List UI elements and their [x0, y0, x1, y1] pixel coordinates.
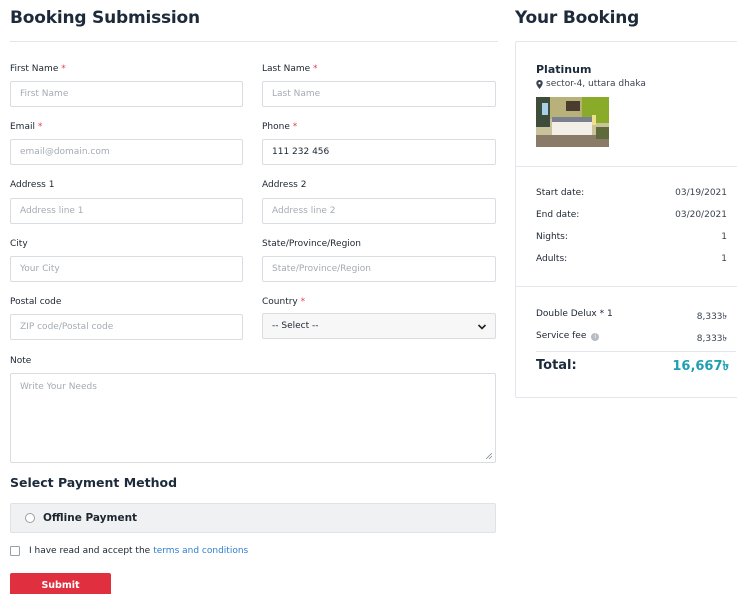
state-label: State/Province/Region — [262, 239, 361, 249]
address2-input[interactable]: Address line 2 — [262, 198, 496, 224]
page-title: Booking Submission — [10, 8, 200, 28]
postal-label: Postal code — [10, 297, 62, 307]
terms-link[interactable]: terms and conditions — [153, 546, 248, 556]
terms-checkbox[interactable] — [10, 546, 20, 556]
address1-input[interactable]: Address line 1 — [10, 198, 243, 224]
card-divider — [516, 166, 737, 167]
total-divider — [536, 351, 736, 352]
postal-input[interactable]: ZIP code/Postal code — [10, 314, 243, 340]
state-input[interactable]: State/Province/Region — [262, 256, 496, 282]
country-selected-value: -- Select -- — [272, 321, 319, 331]
hotel-location-text: sector-4, uttara dhaka — [546, 79, 646, 89]
note-label: Note — [10, 356, 32, 366]
phone-label: Phone * — [262, 122, 298, 132]
address2-label: Address 2 — [262, 180, 307, 190]
offline-payment-radio[interactable] — [25, 513, 35, 523]
email-label: Email * — [10, 122, 43, 132]
card-divider — [516, 286, 737, 287]
offline-payment-label: Offline Payment — [43, 512, 138, 524]
title-divider — [10, 41, 498, 42]
end-date-value: 03/20/2021 — [675, 210, 727, 220]
terms-row: I have read and accept the terms and con… — [10, 546, 248, 556]
chevron-down-icon — [477, 324, 487, 330]
terms-text: I have read and accept the — [29, 546, 151, 556]
adults-label: Adults: — [536, 254, 568, 264]
note-textarea[interactable]: Write Your Needs — [10, 373, 496, 463]
service-fee-label: Service fee i — [536, 331, 600, 341]
country-select[interactable]: -- Select -- — [262, 313, 496, 339]
total-label: Total: — [536, 358, 577, 373]
start-date-label: Start date: — [536, 188, 585, 198]
room-line-label: Double Delux * 1 — [536, 309, 613, 319]
first-name-label: First Name * — [10, 64, 66, 74]
nights-value: 1 — [721, 232, 727, 242]
note-placeholder: Write Your Needs — [20, 382, 97, 392]
total-value: 16,667৳ — [672, 359, 729, 374]
first-name-input[interactable]: First Name — [10, 81, 243, 107]
nights-label: Nights: — [536, 232, 568, 242]
start-date-value: 03/19/2021 — [675, 188, 727, 198]
resize-handle-icon[interactable] — [486, 453, 492, 459]
room-line-value: 8,333৳ — [696, 312, 727, 322]
address1-label: Address 1 — [10, 180, 55, 190]
info-icon[interactable]: i — [591, 333, 600, 341]
service-fee-text: Service fee — [536, 331, 587, 341]
booking-summary-title: Your Booking — [515, 8, 640, 28]
country-label: Country * — [262, 297, 306, 307]
phone-input[interactable]: 111 232 456 — [262, 139, 496, 165]
hotel-room-thumbnail[interactable] — [536, 97, 609, 147]
submit-button[interactable]: Submit — [10, 573, 111, 594]
city-input[interactable]: Your City — [10, 256, 243, 282]
city-label: City — [10, 239, 28, 249]
end-date-label: End date: — [536, 210, 580, 220]
last-name-input[interactable]: Last Name — [262, 81, 496, 107]
payment-option-offline[interactable]: Offline Payment — [10, 503, 496, 533]
payment-section-title: Select Payment Method — [10, 475, 178, 490]
email-input[interactable]: email@domain.com — [10, 139, 243, 165]
adults-value: 1 — [721, 254, 727, 264]
last-name-label: Last Name * — [262, 64, 318, 74]
map-pin-icon — [536, 79, 543, 89]
hotel-name: Platinum — [536, 63, 592, 76]
hotel-location: sector-4, uttara dhaka — [536, 79, 646, 89]
service-fee-value: 8,333৳ — [696, 334, 727, 344]
